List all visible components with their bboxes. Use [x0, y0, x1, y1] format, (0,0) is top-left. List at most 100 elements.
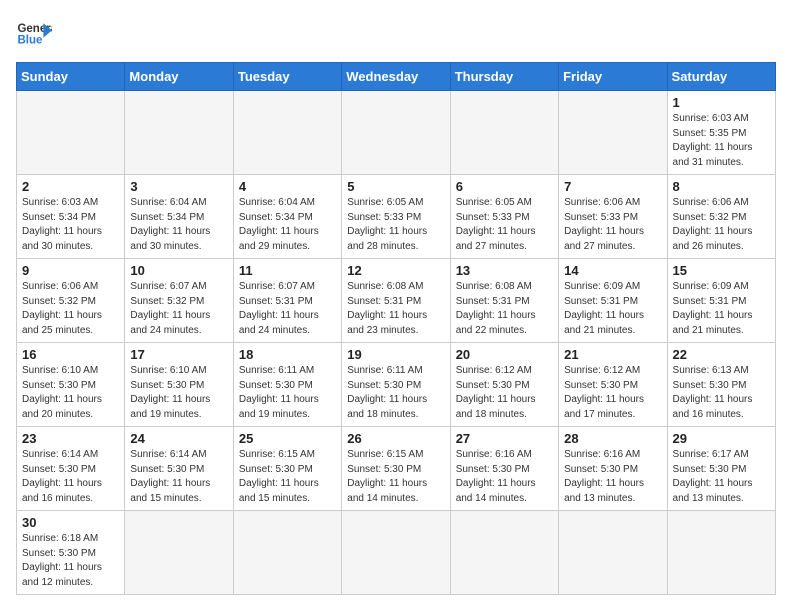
calendar-cell [233, 91, 341, 175]
day-info: Sunrise: 6:07 AMSunset: 5:31 PMDaylight:… [239, 280, 336, 338]
day-number: 1 [673, 95, 770, 110]
calendar-cell: 16Sunrise: 6:10 AMSunset: 5:30 PMDayligh… [17, 343, 125, 427]
day-info: Sunrise: 6:08 AMSunset: 5:31 PMDaylight:… [347, 280, 444, 338]
weekday-header-wednesday: Wednesday [342, 63, 450, 91]
calendar-week-row: 1 Sunrise: 6:03 AMSunset: 5:35 PMDaylight… [17, 91, 776, 175]
day-number: 14 [564, 263, 661, 278]
calendar-cell: 2 Sunrise: 6:03 AMSunset: 5:34 PMDaylight… [17, 175, 125, 259]
calendar-cell [125, 511, 233, 595]
day-number: 12 [347, 263, 444, 278]
day-number: 25 [239, 431, 336, 446]
calendar-cell: 27Sunrise: 6:16 AMSunset: 5:30 PMDayligh… [450, 427, 558, 511]
day-info: Sunrise: 6:18 AMSunset: 5:30 PMDaylight:… [22, 532, 119, 590]
calendar-cell: 23Sunrise: 6:14 AMSunset: 5:30 PMDayligh… [17, 427, 125, 511]
day-info: Sunrise: 6:06 AMSunset: 5:32 PMDaylight:… [22, 280, 119, 338]
header: General Blue [16, 16, 776, 52]
day-number: 19 [347, 347, 444, 362]
calendar-cell: 14 Sunrise: 6:09 AMSunset: 5:31 PMDayligh… [559, 259, 667, 343]
calendar-cell [233, 511, 341, 595]
logo-icon: General Blue [16, 16, 52, 52]
calendar-cell [17, 91, 125, 175]
calendar-cell: 8 Sunrise: 6:06 AMSunset: 5:32 PMDaylight… [667, 175, 775, 259]
day-number: 24 [130, 431, 227, 446]
day-number: 28 [564, 431, 661, 446]
weekday-header-tuesday: Tuesday [233, 63, 341, 91]
calendar-cell: 18 Sunrise: 6:11 AMSunset: 5:30 PMDayligh… [233, 343, 341, 427]
day-number: 5 [347, 179, 444, 194]
day-info: Sunrise: 6:05 AMSunset: 5:33 PMDaylight:… [347, 196, 444, 254]
day-number: 30 [22, 515, 119, 530]
calendar-cell: 30 Sunrise: 6:18 AMSunset: 5:30 PMDayligh… [17, 511, 125, 595]
calendar-cell [559, 511, 667, 595]
day-number: 18 [239, 347, 336, 362]
day-info: Sunrise: 6:07 AMSunset: 5:32 PMDaylight:… [130, 280, 227, 338]
day-info: Sunrise: 6:17 AMSunset: 5:30 PMDaylight:… [673, 448, 770, 506]
calendar-cell: 21 Sunrise: 6:12 AMSunset: 5:30 PMDayligh… [559, 343, 667, 427]
day-info: Sunrise: 6:10 AMSunset: 5:30 PMDaylight:… [22, 364, 119, 422]
day-number: 13 [456, 263, 553, 278]
day-info: Sunrise: 6:16 AMSunset: 5:30 PMDaylight:… [564, 448, 661, 506]
weekday-header-sunday: Sunday [17, 63, 125, 91]
day-info: Sunrise: 6:14 AMSunset: 5:30 PMDaylight:… [22, 448, 119, 506]
calendar-cell: 29 Sunrise: 6:17 AMSunset: 5:30 PMDayligh… [667, 427, 775, 511]
calendar-cell: 26 Sunrise: 6:15 AMSunset: 5:30 PMDayligh… [342, 427, 450, 511]
day-number: 3 [130, 179, 227, 194]
calendar-week-row: 23Sunrise: 6:14 AMSunset: 5:30 PMDayligh… [17, 427, 776, 511]
calendar-week-row: 9Sunrise: 6:06 AMSunset: 5:32 PMDaylight… [17, 259, 776, 343]
day-info: Sunrise: 6:15 AMSunset: 5:30 PMDaylight:… [239, 448, 336, 506]
calendar-cell: 10 Sunrise: 6:07 AMSunset: 5:32 PMDayligh… [125, 259, 233, 343]
weekday-header-thursday: Thursday [450, 63, 558, 91]
calendar-cell: 5 Sunrise: 6:05 AMSunset: 5:33 PMDaylight… [342, 175, 450, 259]
day-info: Sunrise: 6:03 AMSunset: 5:35 PMDaylight:… [673, 112, 770, 170]
day-number: 27 [456, 431, 553, 446]
weekday-header-monday: Monday [125, 63, 233, 91]
day-number: 29 [673, 431, 770, 446]
calendar-cell: 24Sunrise: 6:14 AMSunset: 5:30 PMDayligh… [125, 427, 233, 511]
day-number: 10 [130, 263, 227, 278]
day-info: Sunrise: 6:05 AMSunset: 5:33 PMDaylight:… [456, 196, 553, 254]
calendar-cell: 6 Sunrise: 6:05 AMSunset: 5:33 PMDaylight… [450, 175, 558, 259]
calendar-cell [450, 511, 558, 595]
day-info: Sunrise: 6:11 AMSunset: 5:30 PMDaylight:… [239, 364, 336, 422]
calendar-cell: 1 Sunrise: 6:03 AMSunset: 5:35 PMDaylight… [667, 91, 775, 175]
calendar-cell [559, 91, 667, 175]
day-info: Sunrise: 6:12 AMSunset: 5:30 PMDaylight:… [564, 364, 661, 422]
calendar-cell [342, 511, 450, 595]
day-info: Sunrise: 6:06 AMSunset: 5:33 PMDaylight:… [564, 196, 661, 254]
day-info: Sunrise: 6:04 AMSunset: 5:34 PMDaylight:… [239, 196, 336, 254]
calendar-cell: 19Sunrise: 6:11 AMSunset: 5:30 PMDayligh… [342, 343, 450, 427]
calendar-week-row: 30 Sunrise: 6:18 AMSunset: 5:30 PMDayligh… [17, 511, 776, 595]
day-number: 15 [673, 263, 770, 278]
weekday-header-row: SundayMondayTuesdayWednesdayThursdayFrid… [17, 63, 776, 91]
day-info: Sunrise: 6:04 AMSunset: 5:34 PMDaylight:… [130, 196, 227, 254]
calendar-cell: 7Sunrise: 6:06 AMSunset: 5:33 PMDaylight… [559, 175, 667, 259]
calendar-cell [125, 91, 233, 175]
day-number: 17 [130, 347, 227, 362]
day-number: 21 [564, 347, 661, 362]
day-number: 8 [673, 179, 770, 194]
calendar-cell [667, 511, 775, 595]
day-info: Sunrise: 6:15 AMSunset: 5:30 PMDaylight:… [347, 448, 444, 506]
day-info: Sunrise: 6:09 AMSunset: 5:31 PMDaylight:… [673, 280, 770, 338]
svg-text:Blue: Blue [17, 34, 43, 46]
calendar-cell: 22Sunrise: 6:13 AMSunset: 5:30 PMDayligh… [667, 343, 775, 427]
logo: General Blue [16, 16, 52, 52]
calendar-cell: 17Sunrise: 6:10 AMSunset: 5:30 PMDayligh… [125, 343, 233, 427]
calendar-cell [450, 91, 558, 175]
day-number: 26 [347, 431, 444, 446]
day-info: Sunrise: 6:06 AMSunset: 5:32 PMDaylight:… [673, 196, 770, 254]
calendar-cell: 15 Sunrise: 6:09 AMSunset: 5:31 PMDayligh… [667, 259, 775, 343]
day-info: Sunrise: 6:08 AMSunset: 5:31 PMDaylight:… [456, 280, 553, 338]
weekday-header-friday: Friday [559, 63, 667, 91]
calendar-cell: 9Sunrise: 6:06 AMSunset: 5:32 PMDaylight… [17, 259, 125, 343]
day-number: 20 [456, 347, 553, 362]
calendar-cell: 13 Sunrise: 6:08 AMSunset: 5:31 PMDayligh… [450, 259, 558, 343]
calendar-cell [342, 91, 450, 175]
day-info: Sunrise: 6:03 AMSunset: 5:34 PMDaylight:… [22, 196, 119, 254]
calendar-cell: 25 Sunrise: 6:15 AMSunset: 5:30 PMDayligh… [233, 427, 341, 511]
day-number: 2 [22, 179, 119, 194]
calendar-week-row: 2 Sunrise: 6:03 AMSunset: 5:34 PMDaylight… [17, 175, 776, 259]
day-info: Sunrise: 6:09 AMSunset: 5:31 PMDaylight:… [564, 280, 661, 338]
day-number: 11 [239, 263, 336, 278]
day-number: 6 [456, 179, 553, 194]
